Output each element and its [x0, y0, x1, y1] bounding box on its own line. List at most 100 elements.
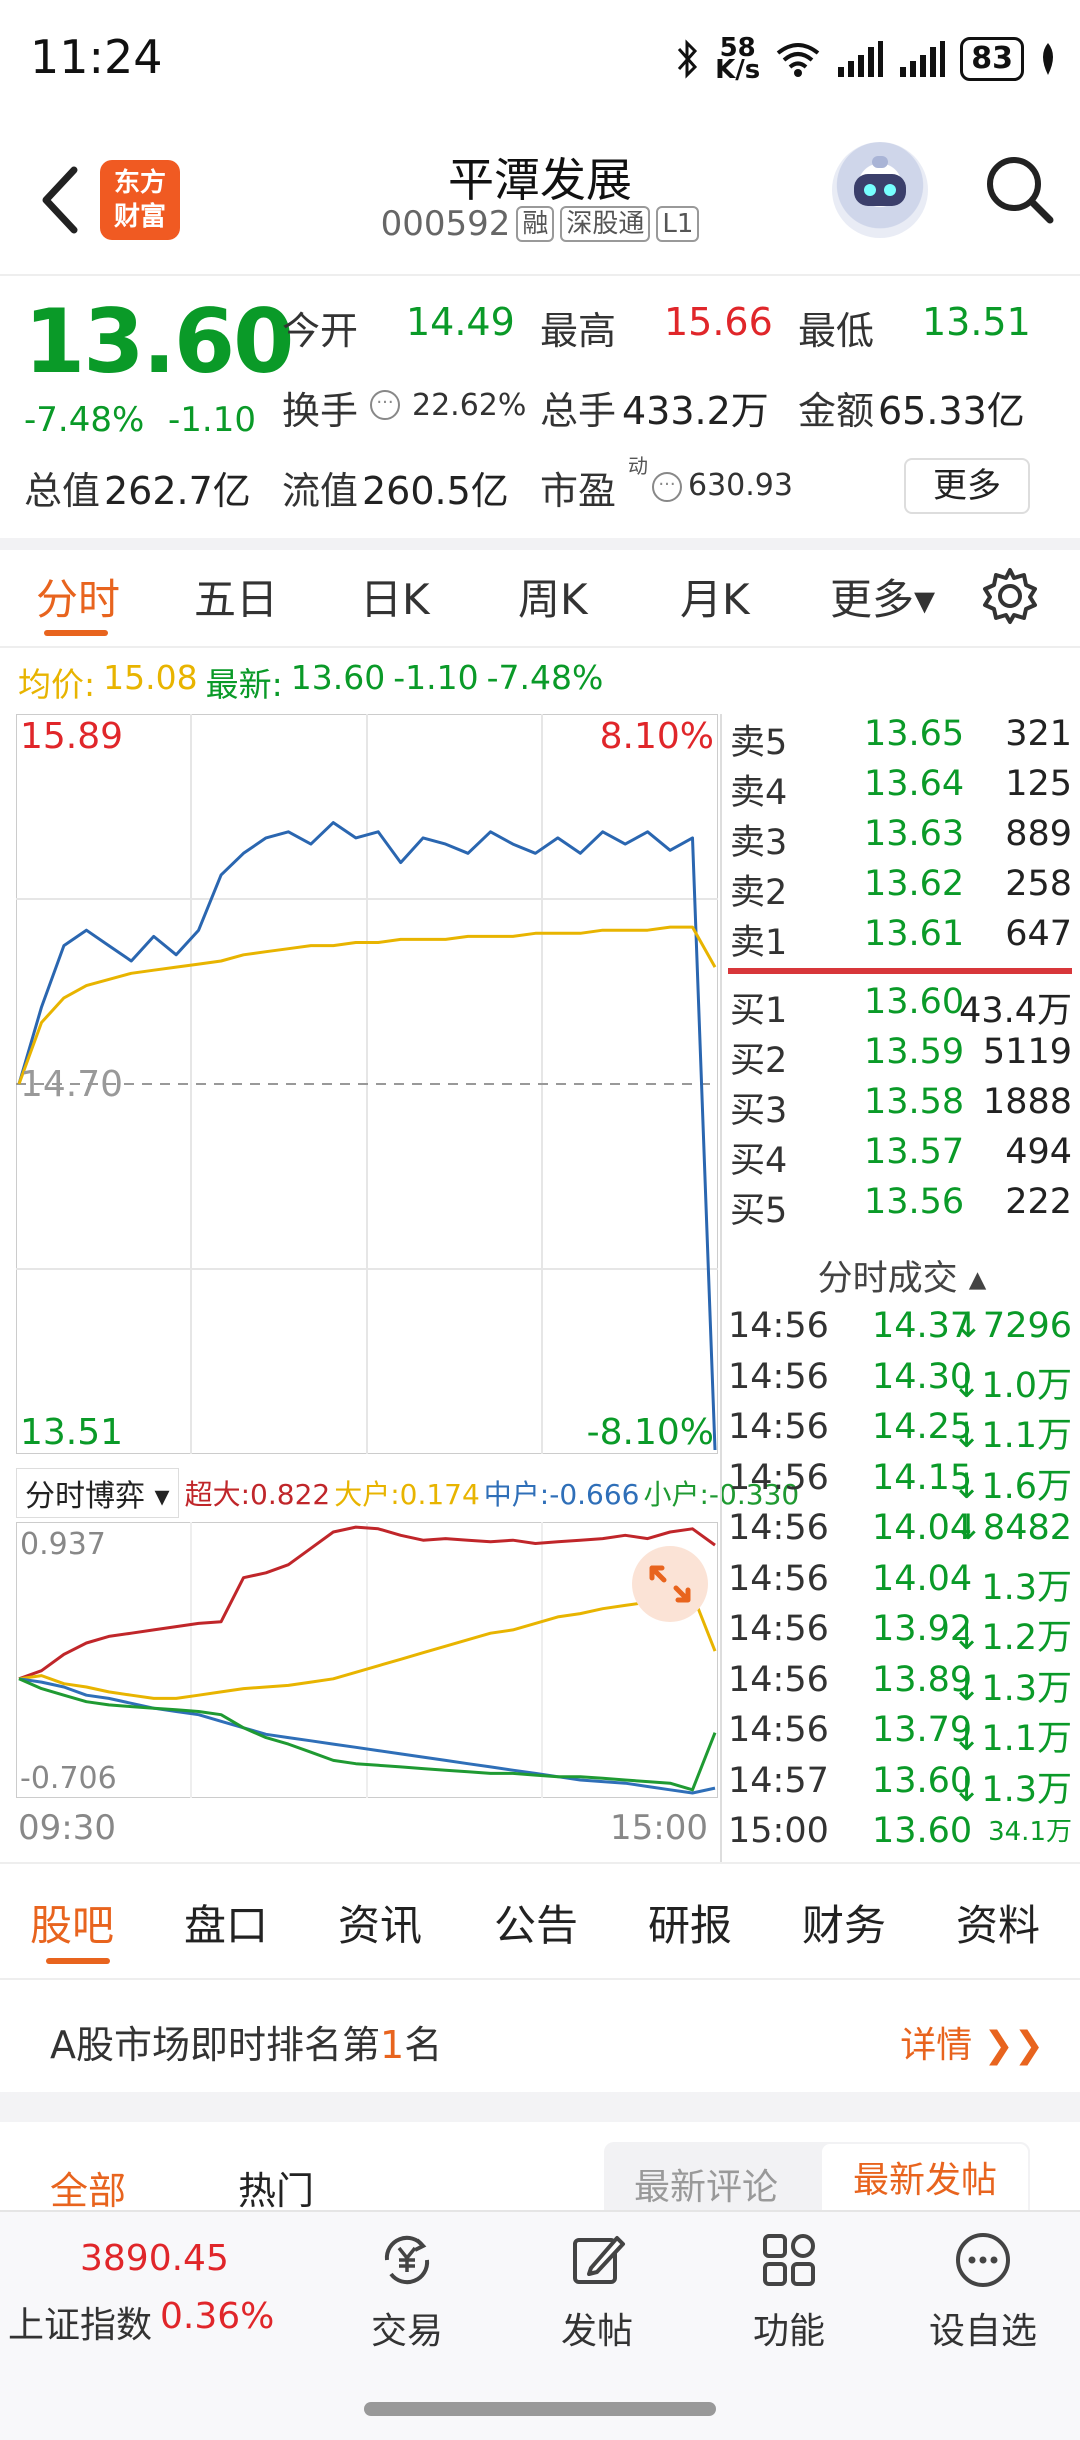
grid-icon — [763, 2234, 815, 2286]
more-dots-icon — [956, 2233, 1010, 2287]
bid-row: 买2 13.59 5119 — [724, 1032, 1080, 1082]
tab-news[interactable]: 资讯 — [338, 1892, 422, 1953]
signal-icon — [838, 41, 884, 77]
amount-label: 金额 — [798, 389, 875, 433]
tick-volume: ↓1.0万 — [952, 1365, 1072, 1406]
tab-announcements[interactable]: 公告 — [494, 1892, 578, 1953]
tab-market-depth[interactable]: 盘口 — [184, 1892, 268, 1953]
index-widget[interactable]: 3890.45 上证指数 0.36% — [0, 2212, 290, 2362]
tick-time: 14:56 — [728, 1659, 829, 1700]
tick-time: 14:56 — [728, 1710, 829, 1750]
open-value: 14.49 — [406, 300, 515, 344]
ask-label: 卖2 — [730, 873, 788, 913]
ticks-title-button[interactable]: 分时成交 ▴ — [724, 1250, 1080, 1301]
tick-price: 13.60 — [872, 1811, 973, 1851]
tick-time: 15:00 — [728, 1811, 829, 1851]
tag-level[interactable]: L1 — [656, 206, 700, 242]
tab-intraday[interactable]: 分时 — [36, 566, 120, 627]
home-indicator[interactable] — [364, 2402, 716, 2416]
ask-price: 13.62 — [864, 864, 965, 904]
nav-post[interactable]: 发帖 — [532, 2230, 662, 2354]
order-book: 卖5 13.65 321 卖4 13.64 125 卖3 13.63 889 卖2 13.62… — [724, 714, 1080, 1232]
bid-price: 13.58 — [864, 1082, 965, 1122]
tag-connect: 深股通 — [560, 206, 651, 242]
tab-financials[interactable]: 财务 — [802, 1892, 886, 1953]
low-value: 13.51 — [922, 300, 1031, 344]
assistant-robot-icon[interactable] — [832, 142, 928, 238]
bid-ask-separator — [728, 968, 1072, 974]
legend-item: 中户:-0.666 — [483, 1478, 640, 1511]
tab-monthly-k[interactable]: 月K — [680, 566, 750, 627]
gear-icon[interactable] — [980, 566, 1040, 626]
chart-max-price: 15.89 — [20, 716, 123, 757]
legend-item: 超大:0.822 — [184, 1478, 331, 1511]
section-tabs: 股吧 盘口 资讯 公告 研报 财务 资料 — [0, 1864, 1080, 1974]
chart-min-price: 13.51 — [20, 1412, 123, 1453]
tab-research[interactable]: 研报 — [648, 1892, 732, 1953]
pe-value: 630.93 — [688, 468, 793, 503]
ask-label: 卖3 — [730, 823, 788, 863]
ask-label: 卖1 — [730, 923, 788, 963]
tab-profile[interactable]: 资料 — [956, 1892, 1040, 1953]
latest-label: 最新: — [205, 665, 283, 704]
bid-volume: 222 — [1005, 1182, 1072, 1222]
bid-volume: 1888 — [982, 1082, 1072, 1122]
feed-tab-all[interactable]: 全部 — [50, 2160, 126, 2215]
stock-name: 平潭发展 — [448, 153, 632, 207]
bid-row: 买3 13.58 1888 — [724, 1082, 1080, 1132]
intraday-chart[interactable]: 15.89 8.10% 14.70 13.51 -8.10% — [16, 714, 718, 1454]
tick-volume: ↓1.3万 — [952, 1668, 1072, 1709]
turnover-value: 22.62% — [412, 388, 527, 423]
nav-trade[interactable]: 交易 — [342, 2230, 472, 2354]
tick-row: 14:56 14.04 ↓8482 — [724, 1508, 1080, 1559]
bid-volume: 494 — [1005, 1132, 1072, 1172]
index-value: 3890.45 — [80, 2238, 229, 2279]
sort-latest-post[interactable]: 最新发帖 — [820, 2142, 1030, 2220]
chart-tabs: 分时 五日 日K 周K 月K 更多▾ — [0, 550, 1080, 646]
feed-tab-hot[interactable]: 热门 — [238, 2160, 314, 2215]
tick-time: 14:57 — [728, 1760, 829, 1801]
net-speed-unit: K/s — [715, 55, 761, 85]
nav-add-watchlist[interactable]: 设自选 — [918, 2230, 1048, 2354]
ask-row: 卖5 13.65 321 — [724, 714, 1080, 764]
avg-value: 15.08 — [103, 658, 198, 697]
volume-value: 433.2万 — [622, 389, 769, 433]
tab-more[interactable]: 更多▾ — [830, 566, 935, 627]
nav-functions-label: 功能 — [752, 2311, 825, 2352]
expand-button[interactable] — [632, 1546, 708, 1622]
status-icons: 58 K/s 83 — [675, 34, 1058, 84]
tab-five-day[interactable]: 五日 — [194, 566, 278, 627]
volume-label: 总手 — [540, 389, 617, 433]
stock-code-line: 000592 融 深股通 L1 — [340, 204, 740, 244]
ask-price: 13.64 — [864, 764, 965, 804]
money-flow-chart[interactable]: 0.937 -0.706 — [16, 1522, 718, 1798]
ranking-banner[interactable]: A股市场即时排名第1名 详情 ❯❯ — [0, 1978, 1080, 2092]
tab-weekly-k[interactable]: 周K — [518, 566, 588, 627]
tick-row: 14:56 14.04 1.3万 — [724, 1559, 1080, 1610]
more-button[interactable]: 更多 — [904, 458, 1030, 514]
stock-header: 东方 财富 平潭发展 000592 融 深股通 L1 — [0, 120, 1080, 275]
bid-volume: 43.4万 — [959, 991, 1072, 1031]
sub-chart-selector[interactable]: 分时博弈 ▾ — [16, 1468, 179, 1518]
float-value: 260.5亿 — [362, 469, 509, 513]
chart-min-percent: -8.10% — [587, 1412, 714, 1453]
nav-functions[interactable]: 功能 — [724, 2230, 854, 2354]
bid-label: 买2 — [730, 1041, 788, 1081]
tab-daily-k[interactable]: 日K — [360, 566, 430, 627]
chart-max-percent: 8.10% — [600, 716, 714, 757]
nav-post-label: 发帖 — [560, 2311, 633, 2352]
chevron-left-icon[interactable] — [30, 160, 90, 240]
info-dots-icon[interactable]: ··· — [652, 472, 682, 502]
time-start: 09:30 — [18, 1808, 116, 1848]
tab-forum[interactable]: 股吧 — [30, 1892, 114, 1953]
ask-row: 卖1 13.61 647 — [724, 914, 1080, 964]
bid-row: 买1 13.60 43.4万 — [724, 982, 1080, 1032]
tick-volume: ↓1.3万 — [952, 1769, 1072, 1810]
search-icon[interactable] — [980, 150, 1060, 230]
info-dots-icon[interactable]: ··· — [370, 390, 400, 420]
high-value: 15.66 — [664, 300, 773, 344]
details-link[interactable]: 详情 ❯❯ — [900, 2016, 1044, 2068]
latest-value: 13.60 — [290, 658, 386, 697]
sort-latest-comment[interactable]: 最新评论 — [634, 2158, 778, 2210]
tick-volume: ↓1.1万 — [952, 1719, 1072, 1759]
